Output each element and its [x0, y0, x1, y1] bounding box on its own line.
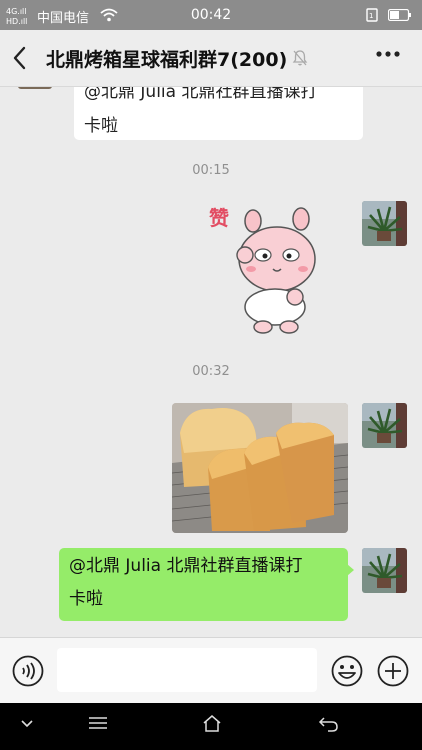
- status-bar: 4G.ıll HD.ıll 中国电信 00:42 1: [0, 0, 422, 30]
- bubble-tail: [347, 564, 354, 576]
- bunny-sticker[interactable]: 赞: [205, 199, 345, 339]
- chevron-down-icon[interactable]: [20, 716, 34, 730]
- battery-icon: [388, 9, 411, 21]
- my-avatar[interactable]: [362, 201, 407, 246]
- message-input-bar: [0, 637, 422, 704]
- menu-icon[interactable]: [88, 716, 108, 730]
- sender-avatar[interactable]: [18, 87, 52, 89]
- outgoing-message-text: @北鼎 Julia 北鼎社群直播课打 卡啦: [69, 556, 303, 609]
- emoji-icon[interactable]: [331, 655, 363, 687]
- home-icon[interactable]: [202, 714, 222, 732]
- my-avatar[interactable]: [362, 548, 407, 593]
- mute-bell-icon: [292, 50, 308, 66]
- voice-icon[interactable]: [12, 655, 44, 687]
- back-chevron-icon[interactable]: [12, 46, 28, 70]
- sim-icon: 1: [366, 8, 378, 22]
- bread-photo[interactable]: [172, 403, 348, 533]
- timestamp: 00:32: [192, 364, 230, 379]
- timestamp: 00:15: [192, 163, 230, 178]
- svg-text:1: 1: [369, 12, 373, 20]
- sticker-caption: 赞: [208, 206, 229, 230]
- my-avatar[interactable]: [362, 403, 407, 448]
- status-time: 00:42: [190, 7, 232, 23]
- page-title: 北鼎烤箱星球福利群7(200): [46, 49, 288, 71]
- incoming-message-bubble[interactable]: @北鼎 Julia 北鼎社群直播课打 卡啦: [74, 87, 363, 140]
- chat-header: 北鼎烤箱星球福利群7(200): [0, 30, 422, 87]
- system-nav-bar: [0, 703, 422, 750]
- plus-icon[interactable]: [377, 655, 409, 687]
- back-arrow-icon[interactable]: [318, 716, 338, 732]
- message-input[interactable]: [57, 648, 317, 692]
- incoming-message-text: @北鼎 Julia 北鼎社群直播课打 卡啦: [84, 87, 318, 136]
- more-dots-icon[interactable]: [376, 50, 400, 58]
- outgoing-message-bubble[interactable]: @北鼎 Julia 北鼎社群直播课打 卡啦: [59, 548, 354, 621]
- chat-message-list[interactable]: @北鼎 Julia 北鼎社群直播课打 卡啦 00:15 赞 00:32 @北鼎 …: [0, 87, 422, 637]
